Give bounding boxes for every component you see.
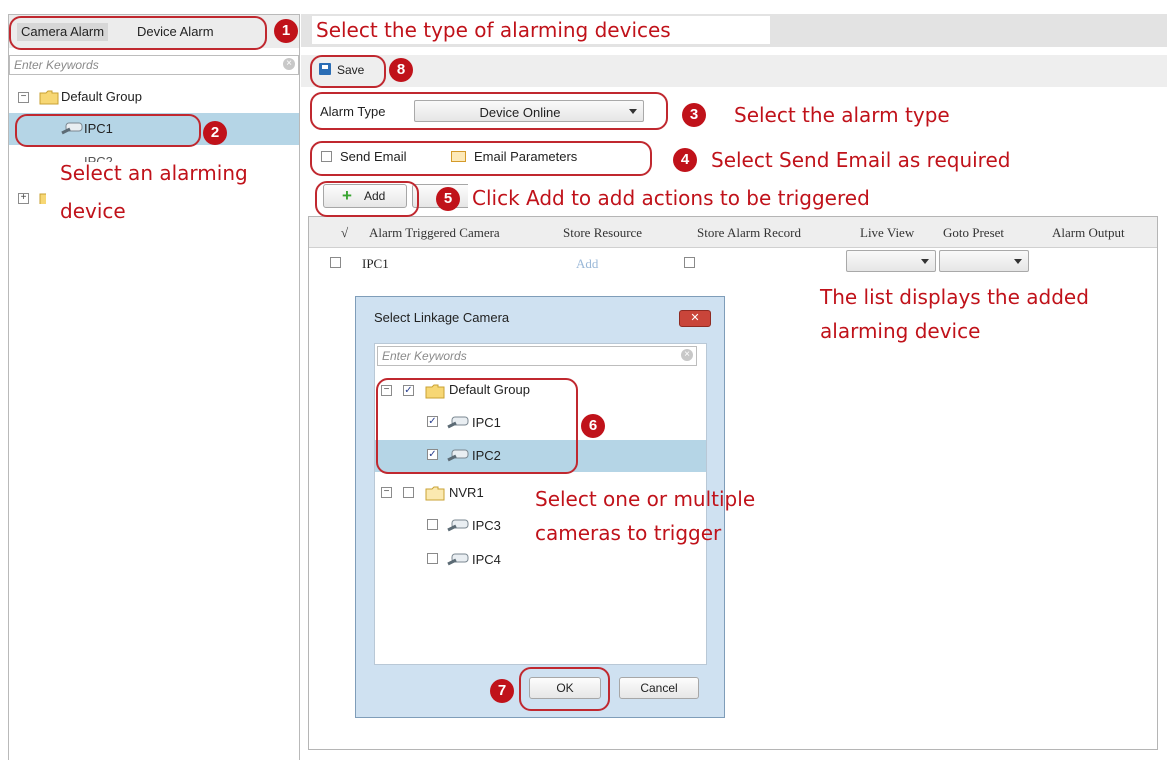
annotation-step2-line2: device: [60, 199, 126, 223]
badge-step1: 1: [274, 19, 298, 43]
search-placeholder: Enter Keywords: [382, 349, 467, 363]
close-icon[interactable]: ✕: [679, 310, 711, 327]
row-camera: IPC1: [362, 256, 389, 271]
col-alarm-triggered-camera: Alarm Triggered Camera: [369, 225, 500, 240]
folder-icon: [39, 191, 46, 204]
dialog-item-ipc4[interactable]: IPC4: [472, 552, 501, 567]
annotation-step3: Select the alarm type: [730, 101, 1009, 129]
dropdown-arrow-icon: [1014, 259, 1022, 264]
live-view-select[interactable]: [846, 250, 936, 272]
left-search-input[interactable]: Enter Keywords ×: [9, 55, 299, 75]
col-live-view: Live View: [860, 225, 915, 240]
badge-step7: 7: [490, 679, 514, 703]
row-store-alarm-record-checkbox[interactable]: [684, 257, 695, 268]
expander-icon[interactable]: −: [18, 92, 29, 103]
badge-step4: 4: [673, 148, 697, 172]
callout-step6: [376, 378, 578, 474]
badge-step3: 3: [682, 103, 706, 127]
row-checkbox[interactable]: [330, 257, 341, 268]
col-store-alarm-record: Store Alarm Record: [697, 225, 801, 240]
callout-step5: [315, 181, 419, 217]
folder-icon: [39, 90, 59, 105]
annotation-list-line2: alarming device: [820, 319, 981, 343]
callout-step4: [310, 141, 652, 176]
goto-preset-select[interactable]: [939, 250, 1029, 272]
checkbox-icon[interactable]: [427, 553, 438, 564]
dialog-search-input[interactable]: Enter Keywords ×: [377, 346, 697, 366]
col-alarm-output: Alarm Output: [1052, 225, 1125, 240]
expander-icon[interactable]: −: [381, 487, 392, 498]
col-goto-preset: Goto Preset: [943, 225, 1005, 240]
col-store-resource: Store Resource: [563, 225, 643, 240]
annotation-step4: Select Send Email as required: [707, 146, 1090, 174]
camera-icon: [446, 518, 469, 532]
row-store-resource-add[interactable]: Add: [576, 256, 598, 272]
expander-icon[interactable]: +: [18, 193, 29, 204]
badge-step6: 6: [581, 414, 605, 438]
col-check: √: [341, 225, 349, 240]
clear-search-icon[interactable]: ×: [283, 58, 295, 70]
search-placeholder: Enter Keywords: [14, 58, 99, 72]
toolbar: [301, 55, 1167, 87]
badge-step5: 5: [436, 187, 460, 211]
dialog-title: Select Linkage Camera: [374, 310, 510, 325]
callout-step3: [310, 92, 668, 130]
annotation-list-line1: The list displays the added: [820, 285, 1089, 309]
tree-group-default[interactable]: Default Group: [61, 89, 142, 104]
checkbox-icon[interactable]: [403, 487, 414, 498]
dialog-group-nvr1[interactable]: NVR1: [449, 485, 484, 500]
folder-icon: [425, 486, 445, 501]
dialog-item-ipc3[interactable]: IPC3: [472, 518, 501, 533]
cancel-button[interactable]: Cancel: [619, 677, 699, 699]
checkbox-icon[interactable]: [427, 519, 438, 530]
annotation-step6-line1: Select one or multiple: [535, 487, 756, 511]
annotation-step2-line1: Select an alarming: [60, 161, 248, 185]
dropdown-arrow-icon: [921, 259, 929, 264]
callout-step7: [519, 667, 610, 711]
annotation-step1: Select the type of alarming devices: [312, 16, 770, 44]
annotation-step5: Click Add to add actions to be triggered: [468, 183, 956, 213]
annotation-step6-line2: cameras to trigger: [535, 521, 722, 545]
badge-step2: 2: [203, 121, 227, 145]
callout-step2: [15, 114, 201, 147]
badge-step8: 8: [389, 58, 413, 82]
callout-step8: [310, 55, 386, 88]
clear-search-icon[interactable]: ×: [681, 349, 693, 361]
callout-step1: [9, 16, 267, 50]
camera-icon: [446, 552, 469, 566]
